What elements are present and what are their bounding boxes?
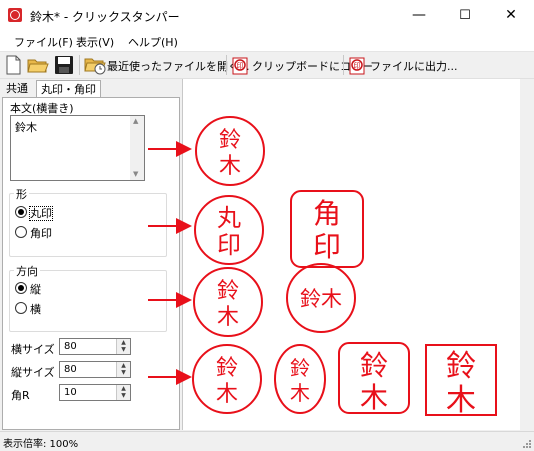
export-file-button[interactable]: ファイルに出力... [370,58,458,74]
radio-horizontal-label: 横 [30,303,41,316]
minimize-button[interactable]: — [396,0,442,31]
radio-square-label: 角印 [30,227,52,240]
toolbar-separator [79,55,80,75]
maximize-button[interactable]: ☐ [442,0,488,31]
height-label: 縦サイズ [11,366,55,379]
stamp-text: 木 [360,381,388,414]
radio-square-indicator[interactable] [15,226,27,238]
radio-round-label: 丸印 [29,206,53,221]
width-spin-arrows[interactable]: ▲ ▼ [116,339,130,354]
stamp-text: 鈴 [216,356,238,381]
toolbar-separator [226,55,227,75]
width-spinner[interactable]: ▲▼ [59,338,131,355]
svg-text:印: 印 [237,62,244,70]
close-button[interactable]: ✕ [488,0,534,31]
menu-help[interactable]: ヘルプ(H) [128,34,178,50]
stamp-text: 木 [217,305,239,330]
title-bar: 鈴木* - クリックスタンパー — ☐ ✕ [0,0,534,31]
preview-canvas[interactable]: 鈴 木 丸 印 角 印 鈴 木 鈴木 鈴 木 鈴 木 鈴 木 鈴 木 [183,79,520,430]
radio-vertical-indicator[interactable] [15,282,27,294]
stamp-text: 木 [290,381,310,405]
stamp-text: 角 [313,197,341,230]
stamp-text: 鈴 [290,356,310,380]
recent-files-button[interactable]: 最近使ったファイルを開く... [107,58,250,74]
tab-common[interactable]: 共通 [2,80,32,97]
radio-horizontal-indicator[interactable] [15,302,27,314]
radio-square-stamp[interactable]: 角印 [15,225,52,241]
stamp-text: 鈴 [360,349,388,382]
window-title: 鈴木* - クリックスタンパー [30,10,180,24]
open-folder-icon[interactable] [27,56,49,74]
toolbar-separator [343,55,344,75]
clipboard-stamp-icon[interactable]: 印 [231,55,249,75]
stamp-text: 鈴 [219,128,241,153]
height-spinner[interactable]: ▲▼ [59,361,131,378]
stamp-text: 印 [313,230,341,263]
stamp-text: 木 [216,382,238,407]
stamp-text: 鈴 [446,349,476,384]
vertical-scrollbar[interactable] [520,79,534,430]
width-label: 横サイズ [11,343,55,356]
status-bar: 表示倍率: 100% [0,431,534,451]
menu-view[interactable]: 表示(V) [76,34,114,50]
stamp-text: 木 [446,383,476,418]
menu-bar: ファイル(F) 表示(V) ヘルプ(H) [0,31,534,52]
stamp-text: 木 [219,154,241,179]
stamp-text: 印 [217,231,241,259]
stamp-text: 鈴 [217,279,239,304]
body-text-label: 本文(横書き) [10,102,74,115]
shape-group-label: 形 [14,186,29,202]
save-icon[interactable] [54,55,74,75]
export-stamp-icon[interactable]: 印 [348,55,366,75]
toolbar: 最近使ったファイルを開く... 印 クリップボードにコピー 印 ファイルに出力.… [0,52,534,79]
radius-spinner[interactable]: ▲▼ [59,384,131,401]
body-text-input[interactable]: 鈴木 [10,115,145,181]
body-text-scrollbar[interactable]: ▲ ▼ [130,116,144,180]
svg-text:印: 印 [354,62,361,70]
radius-label: 角R [11,389,30,402]
new-file-icon[interactable] [4,55,22,75]
tab-content: 本文(横書き) 鈴木 ▲ ▼ 形 丸印 角印 方向 縦 横 横サイズ ▲▼ 縦サ… [2,97,180,430]
direction-group-label: 方向 [14,263,40,279]
app-icon [8,8,22,22]
radius-input[interactable] [62,386,114,399]
radio-round-stamp[interactable]: 丸印 [15,205,53,221]
width-input[interactable] [62,340,114,353]
recent-files-icon[interactable] [84,55,106,75]
stamp-text: 鈴木 [300,287,342,311]
radio-horizontal[interactable]: 横 [15,301,41,317]
radio-round-indicator[interactable] [15,206,27,218]
height-input[interactable] [62,363,114,376]
zoom-status: 表示倍率: 100% [3,439,79,450]
radio-vertical-label: 縦 [30,283,41,296]
height-spin-arrows[interactable]: ▲ ▼ [116,362,130,377]
stamp-text: 丸 [217,204,241,232]
menu-file[interactable]: ファイル(F) [14,34,73,50]
radio-vertical[interactable]: 縦 [15,281,41,297]
resize-grip-icon[interactable] [522,438,531,448]
radius-spin-arrows[interactable]: ▲ ▼ [116,385,130,400]
settings-panel: 共通 丸印・角印 本文(横書き) 鈴木 ▲ ▼ 形 丸印 角印 方向 縦 横 横… [0,79,183,430]
stamp-preview: 鈴 木 丸 印 角 印 鈴 木 鈴木 鈴 木 鈴 木 鈴 木 鈴 木 [192,116,497,418]
